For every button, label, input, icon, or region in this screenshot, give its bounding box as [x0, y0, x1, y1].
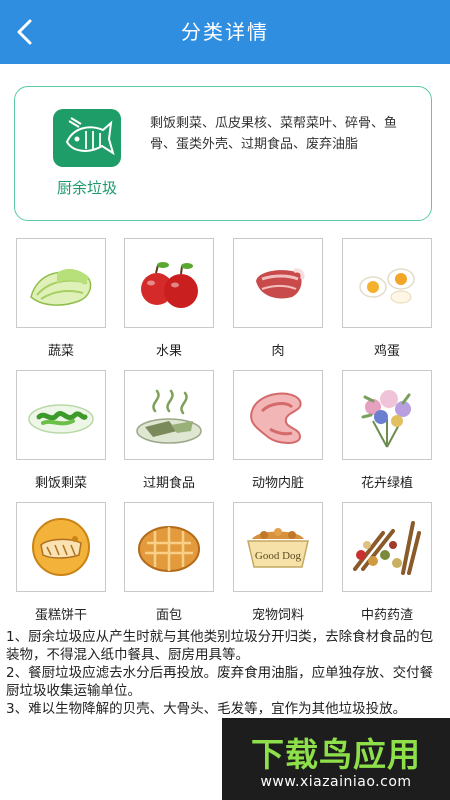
- pet-food-brand: Good Dog: [255, 550, 302, 562]
- item-image: [124, 502, 214, 592]
- food-waste-fish-icon: [53, 109, 121, 167]
- item-label: 动物内脏: [251, 476, 304, 491]
- eggs-icon: [359, 268, 415, 304]
- item-image: [342, 502, 432, 592]
- item-herbal-residue[interactable]: 中药药渣: [342, 502, 432, 623]
- item-label: 鸡蛋: [373, 344, 400, 359]
- item-label: 中药药渣: [360, 608, 413, 623]
- item-bread[interactable]: 面包: [124, 502, 214, 623]
- cabbage-icon: [30, 268, 92, 306]
- item-label: 面包: [155, 608, 182, 623]
- item-meat[interactable]: 肉: [233, 238, 323, 359]
- item-image: [16, 370, 106, 460]
- disposal-notes: 1、厨余垃圾应从产生时就与其他类别垃圾分开归类，去除食材食品的包装物，不得混入纸…: [6, 628, 446, 718]
- item-vegetable[interactable]: 蔬菜: [16, 238, 106, 359]
- item-label: 过期食品: [142, 476, 195, 491]
- cake-biscuit-icon: [32, 518, 90, 576]
- bread-icon: [138, 526, 200, 572]
- item-cake-biscuit[interactable]: 蛋糕饼干: [16, 502, 106, 623]
- item-label: 水果: [155, 344, 182, 359]
- note-3: 3、难以生物降解的贝壳、大骨头、毛发等，宜作为其他垃圾投放。: [6, 701, 407, 717]
- top-bar: 分类详情: [0, 0, 450, 64]
- apples-icon: [141, 262, 198, 308]
- item-expired-food[interactable]: 过期食品: [124, 370, 214, 491]
- note-1: 1、厨余垃圾应从产生时就与其他类别垃圾分开归类，去除食材食品的包装物，不得混入纸…: [6, 629, 434, 663]
- category-name: 厨余垃圾: [56, 179, 117, 197]
- item-image: [16, 502, 106, 592]
- item-label: 肉: [271, 344, 285, 359]
- item-pet-food[interactable]: Good Dog 宠物饲料: [233, 502, 323, 623]
- watermark-url: www.xiazainiao.com: [260, 774, 412, 790]
- item-image: [233, 370, 323, 460]
- item-image: [16, 238, 106, 328]
- item-offal[interactable]: 动物内脏: [233, 370, 323, 491]
- item-image: [342, 238, 432, 328]
- category-description: 剩饭剩菜、瓜皮果核、菜帮菜叶、碎骨、鱼骨、蛋类外壳、过期食品、废弃油脂: [150, 116, 398, 152]
- item-label: 剩饭剩菜: [34, 476, 87, 491]
- item-leftovers[interactable]: 剩饭剩菜: [16, 370, 106, 491]
- item-image: [124, 238, 214, 328]
- item-image: Good Dog: [233, 502, 323, 592]
- item-label: 宠物饲料: [251, 608, 304, 623]
- watermark: 下载鸟应用 www.xiazainiao.com: [222, 718, 450, 800]
- item-image: [233, 238, 323, 328]
- item-label: 蛋糕饼干: [34, 608, 87, 623]
- herbal-residue-icon: [353, 521, 421, 575]
- item-image: [342, 370, 432, 460]
- note-2: 2、餐厨垃圾应滤去水分后再投放。废弃食用油脂，应单独存放、交付餐厨垃圾收集运输单…: [6, 665, 434, 699]
- item-flowers[interactable]: 花卉绿植: [342, 370, 432, 491]
- pet-food-icon: Good Dog: [247, 528, 309, 568]
- item-label: 蔬菜: [47, 344, 74, 359]
- flowers-icon: [361, 390, 411, 448]
- item-image: [124, 370, 214, 460]
- item-fruit[interactable]: 水果: [124, 238, 214, 359]
- leftover-dish-icon: [28, 404, 94, 434]
- watermark-title: 下载鸟应用: [251, 735, 421, 774]
- item-eggs[interactable]: 鸡蛋: [342, 238, 432, 359]
- page-title: 分类详情: [181, 20, 269, 44]
- meat-icon: [256, 268, 305, 299]
- offal-icon: [250, 392, 302, 444]
- category-card: 厨余垃圾 剩饭剩菜、瓜皮果核、菜帮菜叶、碎骨、鱼骨、蛋类外壳、过期食品、废弃油脂: [14, 86, 432, 221]
- expired-food-icon: [136, 389, 202, 444]
- item-label: 花卉绿植: [360, 476, 413, 491]
